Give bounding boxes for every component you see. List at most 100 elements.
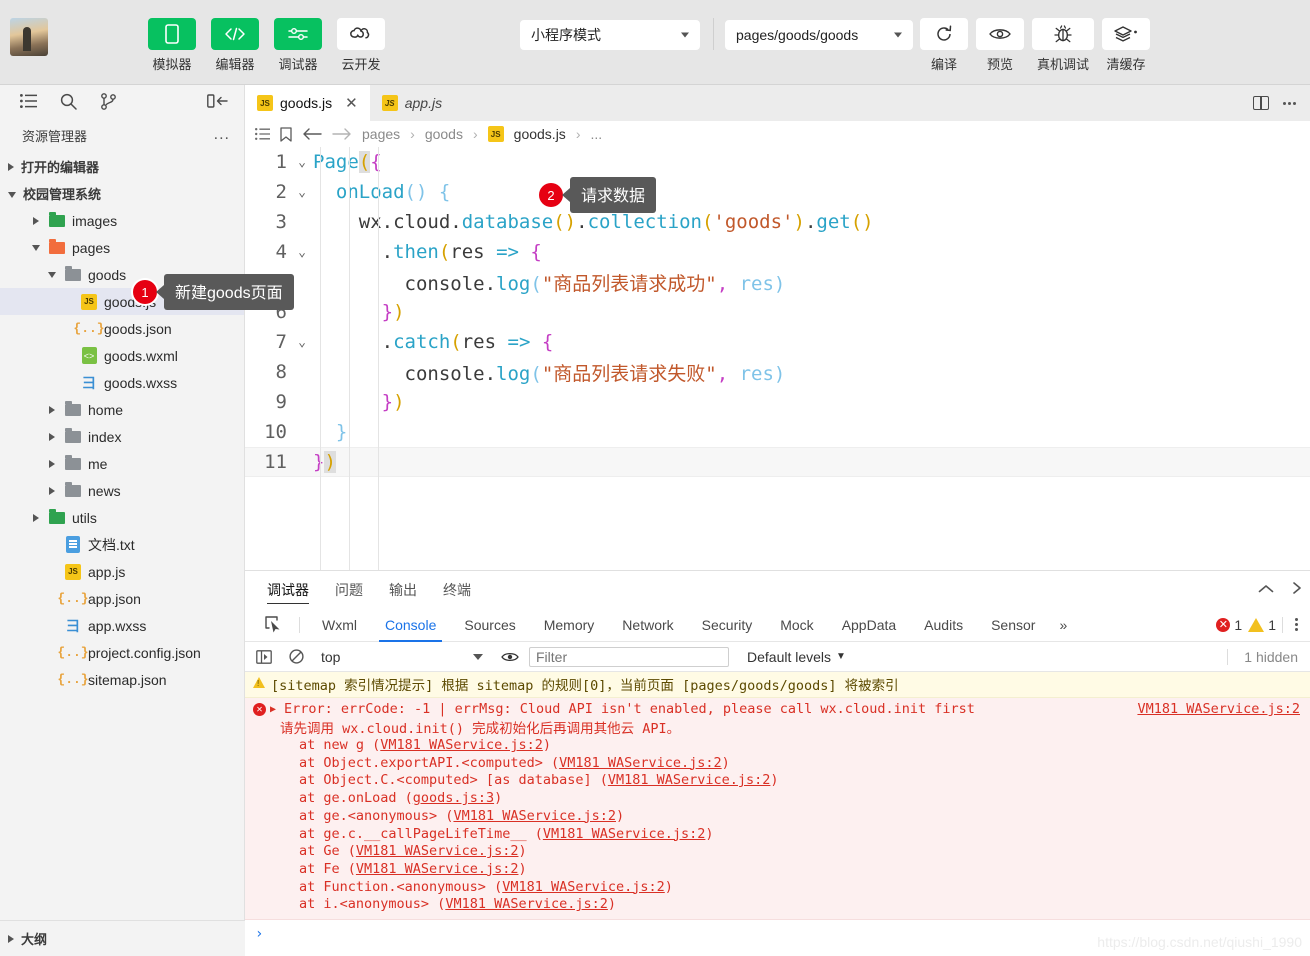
chevron-right-icon[interactable] — [30, 216, 42, 225]
chevron-down-icon[interactable] — [46, 271, 58, 278]
warning-count-badge[interactable]: 1 — [1248, 617, 1276, 633]
chevron-right-icon[interactable] — [46, 405, 58, 414]
console-filter-input[interactable] — [529, 646, 729, 667]
devtools-tab-mock[interactable]: Mock — [766, 608, 827, 642]
stack-frame-link[interactable]: VM181 WAService.js:2 — [543, 826, 706, 842]
fold-toggle-icon[interactable]: ⌄ — [291, 185, 313, 200]
stack-frame-link[interactable]: VM181 WAService.js:2 — [356, 861, 519, 877]
tree-item-app-wxss[interactable]: 彐 app.wxss — [0, 612, 244, 639]
collapse-sidebar-icon[interactable] — [198, 85, 238, 117]
devtools-more-icon[interactable] — [1289, 618, 1304, 631]
tab-terminal[interactable]: 终端 — [443, 571, 471, 608]
forward-arrow-icon[interactable] — [332, 128, 352, 140]
live-expression-eye-icon[interactable] — [497, 651, 523, 663]
chevron-right-icon[interactable] — [46, 459, 58, 468]
bookmark-icon[interactable] — [280, 126, 292, 142]
tab-output[interactable]: 输出 — [389, 571, 417, 608]
tab-app-js[interactable]: JS app.js — [369, 85, 455, 121]
clear-console-icon[interactable] — [283, 649, 309, 664]
close-icon[interactable]: ✕ — [345, 94, 358, 112]
breadcrumb-goods[interactable]: goods — [425, 126, 463, 142]
section-project-root[interactable]: 校园管理系统 — [0, 180, 244, 207]
error-count-badge[interactable]: ✕ 1 — [1216, 617, 1242, 633]
inspect-element-icon[interactable] — [255, 616, 291, 633]
console-error-source-link[interactable]: VM181 WAService.js:2 — [1137, 701, 1300, 717]
devtools-tab-wxml[interactable]: Wxml — [308, 608, 371, 642]
breadcrumb-ellipsis[interactable]: ... — [590, 126, 602, 142]
devtools-tab-memory[interactable]: Memory — [530, 608, 609, 642]
outline-section[interactable]: 大纲 — [0, 920, 245, 956]
real-device-debug-button[interactable]: 真机调试 — [1032, 18, 1094, 73]
tree-item-goods-wxml[interactable]: <> goods.wxml — [0, 342, 244, 369]
cloud-dev-button[interactable]: 云开发 — [337, 18, 385, 73]
editor-button[interactable]: 编辑器 — [211, 18, 259, 73]
stack-frame-link[interactable]: VM181 WAService.js:2 — [559, 755, 722, 771]
fold-toggle-icon[interactable]: ⌄ — [291, 245, 313, 260]
tree-item-pages[interactable]: pages — [0, 234, 244, 261]
devtools-tabs-overflow-icon[interactable]: » — [1049, 608, 1077, 642]
back-arrow-icon[interactable] — [302, 128, 322, 140]
simulator-button[interactable]: 模拟器 — [148, 18, 196, 73]
explorer-icon[interactable] — [8, 85, 48, 117]
section-open-editors[interactable]: 打开的编辑器 — [0, 153, 244, 180]
tree-item-news[interactable]: news — [0, 477, 244, 504]
chevron-right-icon[interactable] — [46, 486, 58, 495]
tab-problems[interactable]: 问题 — [335, 571, 363, 608]
editor-more-icon[interactable] — [1277, 101, 1302, 105]
tree-item-project-config-json[interactable]: {..} project.config.json — [0, 639, 244, 666]
breadcrumb-pages[interactable]: pages — [362, 126, 400, 142]
fold-toggle-icon[interactable]: ⌄ — [291, 155, 313, 170]
expand-triangle-icon[interactable]: ▶ — [270, 704, 280, 715]
outline-toggle-icon[interactable] — [255, 128, 270, 140]
mode-select[interactable]: 小程序模式 — [520, 20, 700, 50]
stack-frame-link[interactable]: VM181 WAService.js:2 — [608, 772, 771, 788]
tree-item-app-json[interactable]: {..} app.json — [0, 585, 244, 612]
tree-item-goods-wxss[interactable]: 彐 goods.wxss — [0, 369, 244, 396]
stack-frame-link[interactable]: VM181 WAService.js:2 — [356, 843, 519, 859]
tree-item-utils[interactable]: utils — [0, 504, 244, 531]
preview-button[interactable]: 预览 — [976, 18, 1024, 73]
search-icon[interactable] — [48, 85, 88, 117]
tree-item-index[interactable]: index — [0, 423, 244, 450]
chevron-right-icon[interactable] — [46, 432, 58, 441]
tab-goods-js[interactable]: JS goods.js ✕ — [245, 85, 370, 121]
devtools-tab-appdata[interactable]: AppData — [828, 608, 910, 642]
split-editor-icon[interactable] — [1253, 96, 1269, 110]
console-sidebar-icon[interactable] — [251, 649, 277, 664]
clear-cache-button[interactable]: 清缓存 — [1102, 18, 1150, 73]
compile-button[interactable]: 编译 — [920, 18, 968, 73]
tree-item-app-js[interactable]: JS app.js — [0, 558, 244, 585]
tree-item-文档-txt[interactable]: 文档.txt — [0, 531, 244, 558]
user-avatar[interactable] — [10, 18, 48, 56]
devtools-tab-console[interactable]: Console — [371, 608, 450, 642]
tree-item-goods-json[interactable]: {..} goods.json — [0, 315, 244, 342]
source-control-icon[interactable] — [88, 85, 128, 117]
devtools-tab-security[interactable]: Security — [688, 608, 767, 642]
stack-frame-link[interactable]: VM181 WAService.js:2 — [380, 737, 543, 753]
tree-item-images[interactable]: images — [0, 207, 244, 234]
collapse-panel-icon[interactable] — [1258, 581, 1274, 599]
fold-toggle-icon[interactable]: ⌄ — [291, 335, 313, 350]
devtools-tab-sources[interactable]: Sources — [450, 608, 529, 642]
breadcrumb-goods-js[interactable]: goods.js — [514, 126, 566, 142]
explorer-more-icon[interactable]: ... — [214, 126, 230, 144]
tree-item-home[interactable]: home — [0, 396, 244, 423]
tree-item-sitemap-json[interactable]: {..} sitemap.json — [0, 666, 244, 693]
debugger-button[interactable]: 调试器 — [274, 18, 322, 73]
chevron-down-icon[interactable] — [30, 244, 42, 251]
close-panel-icon[interactable] — [1292, 581, 1302, 599]
page-select[interactable]: pages/goods/goods — [725, 20, 913, 50]
stack-frame-link[interactable]: VM181 WAService.js:2 — [502, 879, 665, 895]
code-editor[interactable]: 1 ⌄ Page({ 2 ⌄ onLoad() { 3 wx.cloud.dat… — [245, 147, 1310, 592]
stack-frame-link[interactable]: goods.js:3 — [413, 790, 494, 806]
chevron-right-icon[interactable] — [30, 513, 42, 522]
console-context-select[interactable]: top — [321, 649, 491, 665]
stack-frame-link[interactable]: VM181 WAService.js:2 — [453, 808, 616, 824]
console-error-row[interactable]: ✕ ▶ Error: errCode: -1 | errMsg: Cloud A… — [245, 698, 1310, 921]
stack-frame-link[interactable]: VM181 WAService.js:2 — [445, 896, 608, 912]
tree-item-me[interactable]: me — [0, 450, 244, 477]
console-levels-select[interactable]: Default levels ▼ — [747, 649, 846, 665]
devtools-tab-sensor[interactable]: Sensor — [977, 608, 1049, 642]
devtools-tab-network[interactable]: Network — [608, 608, 687, 642]
devtools-tab-audits[interactable]: Audits — [910, 608, 977, 642]
